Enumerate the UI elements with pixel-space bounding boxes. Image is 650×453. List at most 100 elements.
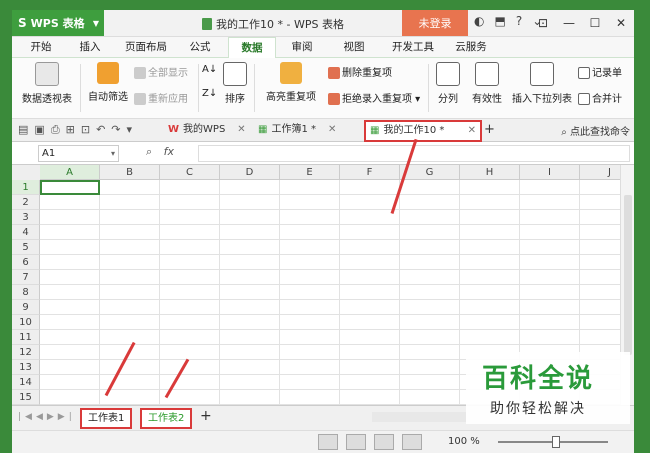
column-header[interactable]: J (580, 165, 620, 180)
record-sheet-button[interactable]: 记录单 (578, 64, 622, 79)
help-icon[interactable]: ? (516, 14, 522, 28)
normal-view-icon[interactable] (318, 434, 338, 450)
name-box[interactable]: A1 ▾ (38, 145, 119, 162)
sheet-tab-2[interactable]: 工作表2 (140, 408, 193, 429)
row-header[interactable]: 15 (12, 390, 40, 405)
reapply-button[interactable]: 重新应用 (134, 90, 188, 105)
column-header[interactable]: G (400, 165, 460, 180)
row-header[interactable]: 11 (12, 330, 40, 345)
chevron-down-icon: ▾ (110, 149, 115, 158)
row-header[interactable]: 9 (12, 300, 40, 315)
filter-icon (97, 62, 119, 84)
more-icon[interactable]: ▾ (127, 123, 133, 137)
redo-icon[interactable]: ↷ (111, 123, 120, 137)
split-column-button[interactable]: 分列 (432, 62, 464, 105)
preview-icon[interactable]: ⊡ (81, 123, 90, 137)
pivot-table-button[interactable]: 数据透视表 (20, 62, 74, 105)
delete-duplicates-button[interactable]: 删除重复项 (328, 64, 392, 79)
divider (428, 64, 429, 112)
tab-review[interactable]: 审阅 (282, 37, 322, 57)
merge-calc-button[interactable]: 合并计 (578, 90, 622, 105)
column-header[interactable]: H (460, 165, 520, 180)
add-sheet-button[interactable]: + (200, 408, 212, 424)
maximize-icon[interactable]: ☐ (582, 10, 608, 36)
active-cell[interactable] (40, 180, 100, 195)
column-header[interactable]: B (100, 165, 160, 180)
highlight-duplicates-button[interactable]: 高亮重复项 (260, 62, 322, 103)
validity-button[interactable]: 有效性 (464, 62, 510, 105)
sort-button[interactable]: 排序 (220, 62, 250, 105)
app-menu-button[interactable]: S WPS 表格 ▼ (12, 10, 104, 36)
row-header[interactable]: 7 (12, 270, 40, 285)
tab-active-document[interactable]: ▦ 我的工作10 * ✕ (364, 120, 482, 142)
fx-icon[interactable]: fx (164, 145, 174, 158)
row-header[interactable]: 14 (12, 375, 40, 390)
undo-icon[interactable]: ↶ (96, 123, 105, 137)
new-tab-button[interactable]: + (484, 121, 495, 139)
shirt-icon[interactable]: ⬒ (494, 14, 505, 28)
tab-mywps[interactable]: W 我的WPS ✕ (168, 121, 246, 139)
scroll-thumb[interactable] (624, 195, 632, 355)
login-button[interactable]: 未登录 (402, 10, 468, 36)
row-header[interactable]: 3 (12, 210, 40, 225)
page-break-view-icon[interactable] (374, 434, 394, 450)
row-header[interactable]: 8 (12, 285, 40, 300)
sheet-nav-arrows[interactable]: |◀◀▶▶| (18, 412, 76, 422)
row-header[interactable]: 12 (12, 345, 40, 360)
select-all-corner[interactable] (12, 165, 41, 181)
ribbon: 数据透视表 自动筛选 全部显示 重新应用 A↓ Z↓ 排序 高亮重复项 删除重复… (12, 58, 634, 119)
row-header[interactable]: 6 (12, 255, 40, 270)
sort-desc-icon[interactable]: Z↓ (202, 88, 217, 99)
row-header[interactable]: 4 (12, 225, 40, 240)
pin-icon[interactable]: ⊡ (530, 10, 556, 36)
tab-book1[interactable]: ▦ 工作簿1 * ✕ (258, 121, 336, 139)
column-header[interactable]: A (40, 165, 100, 180)
row-header[interactable]: 2 (12, 195, 40, 210)
close-icon[interactable]: ✕ (237, 121, 245, 139)
reject-duplicates-button[interactable]: 拒绝录入重复项 ▾ (328, 90, 420, 105)
tab-cloud[interactable]: 云服务 (446, 37, 496, 57)
document-icon (202, 18, 212, 30)
save-icon[interactable]: ▣ (34, 123, 44, 137)
open-icon[interactable]: ▤ (18, 123, 28, 137)
document-title-text: 我的工作10 * - WPS 表格 (216, 18, 344, 31)
dropdown-list-icon (530, 62, 554, 86)
column-header[interactable]: D (220, 165, 280, 180)
column-header[interactable]: C (160, 165, 220, 180)
pivot-table-icon (35, 62, 59, 86)
zoom-icon[interactable]: ⌕ (146, 145, 152, 158)
tab-start[interactable]: 开始 (18, 37, 64, 57)
column-header[interactable]: F (340, 165, 400, 180)
sort-icon (223, 62, 247, 86)
page-layout-view-icon[interactable] (346, 434, 366, 450)
autofilter-button[interactable]: 自动筛选 (86, 62, 130, 103)
reading-view-icon[interactable] (402, 434, 422, 450)
close-icon[interactable]: ✕ (608, 10, 634, 36)
search-command[interactable]: ⌕ 点此查找命令 (561, 123, 630, 138)
insert-dropdown-list-button[interactable]: 插入下拉列表 (512, 62, 572, 105)
pdf-icon[interactable]: ⎙ (51, 123, 60, 137)
record-sheet-icon (578, 67, 590, 79)
zoom-slider-knob[interactable] (552, 436, 560, 448)
close-icon[interactable]: ✕ (468, 122, 476, 140)
tab-developer[interactable]: 开发工具 (386, 37, 440, 57)
skin-icon[interactable]: ◐ (474, 14, 484, 28)
print-icon[interactable]: ⊞ (66, 123, 75, 137)
close-icon[interactable]: ✕ (328, 121, 336, 139)
tab-page-layout[interactable]: 页面布局 (116, 37, 176, 57)
sort-asc-icon[interactable]: A↓ (202, 64, 217, 75)
minimize-icon[interactable]: — (556, 10, 582, 36)
column-header[interactable]: I (520, 165, 580, 180)
row-header[interactable]: 1 (12, 180, 40, 195)
tab-data[interactable]: 数据 (228, 37, 276, 59)
tab-view[interactable]: 视图 (334, 37, 374, 57)
tab-formula[interactable]: 公式 (180, 37, 220, 57)
row-header[interactable]: 13 (12, 360, 40, 375)
row-header[interactable]: 5 (12, 240, 40, 255)
sheet-tab-1[interactable]: 工作表1 (80, 408, 133, 429)
show-all-button[interactable]: 全部显示 (134, 64, 188, 79)
merge-calc-icon (578, 93, 590, 105)
column-header[interactable]: E (280, 165, 340, 180)
tab-insert[interactable]: 插入 (70, 37, 110, 57)
row-header[interactable]: 10 (12, 315, 40, 330)
